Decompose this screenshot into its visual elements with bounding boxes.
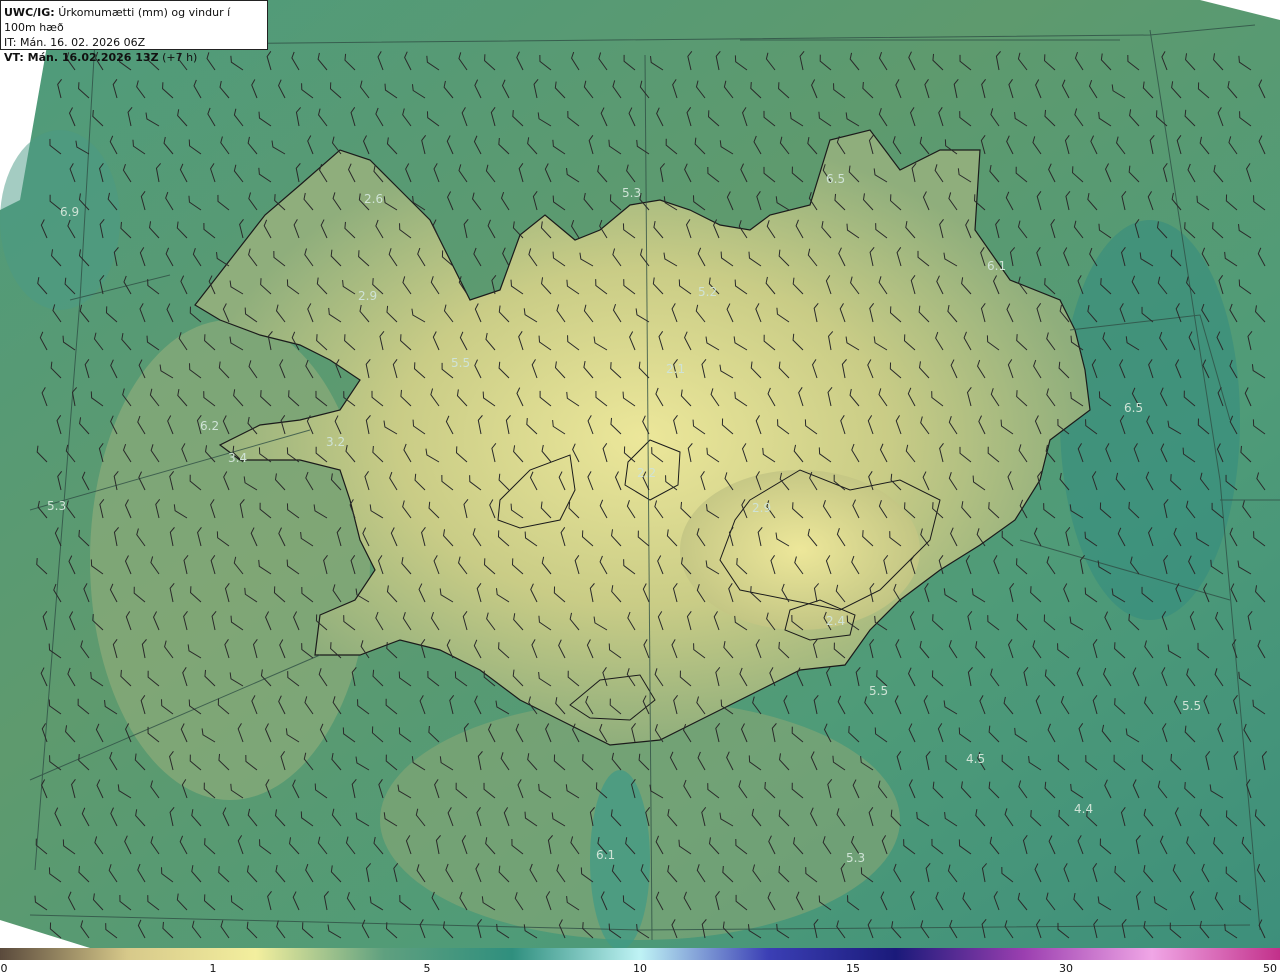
map-value: 5.3 — [622, 186, 641, 200]
map-value: 6.2 — [200, 419, 219, 433]
map-value: 2.1 — [666, 362, 685, 376]
colorbar-tick: 30 — [1059, 962, 1073, 975]
map-value: 4.4 — [1074, 802, 1093, 816]
colorbar-tick: 10 — [633, 962, 647, 975]
initial-time: IT: Mán. 16. 02. 2026 06Z — [4, 36, 146, 49]
valid-time-offset: (+7 h) — [162, 51, 198, 64]
model-label: UWC/IG: — [4, 6, 55, 19]
map-header: UWC/IG: Úrkomumætti (mm) og vindur í 100… — [0, 0, 268, 64]
map-value: 2.6 — [364, 192, 383, 206]
map-value: 6.9 — [60, 205, 79, 219]
map-value: 3.4 — [228, 451, 247, 465]
weather-map: 6.9 2.6 2.9 5.3 6.5 6.1 5.2 5.5 2.1 6.2 … — [0, 0, 1280, 948]
map-value: 2.9 — [752, 501, 771, 515]
map-value: 4.5 — [966, 752, 985, 766]
map-value: 5.5 — [869, 684, 888, 698]
map-value: 6.5 — [1124, 401, 1143, 415]
map-value: 5.5 — [1182, 699, 1201, 713]
colorbar-tick: 15 — [846, 962, 860, 975]
colorbar-tick: 1 — [209, 962, 217, 975]
map-value: 6.1 — [987, 259, 1006, 273]
map-value: 6.1 — [596, 848, 615, 862]
map-value: 3.2 — [326, 435, 345, 449]
colorbar-tick: 5 — [423, 962, 431, 975]
colorbar-tick: 50 — [1263, 962, 1277, 975]
map-value: 2.2 — [637, 466, 656, 480]
map-value: 5.5 — [451, 356, 470, 370]
map-value: 2.9 — [358, 289, 377, 303]
valid-time: VT: Mán. 16.02.2026 13Z — [4, 51, 159, 64]
map-value: 5.2 — [698, 285, 717, 299]
map-value: 6.5 — [826, 172, 845, 186]
map-value: 5.3 — [47, 499, 66, 513]
map-value: 2.4 — [826, 614, 845, 628]
map-value: 5.3 — [846, 851, 865, 865]
precipitation-colorbar — [0, 948, 1280, 960]
colorbar-tick: 0 — [0, 962, 8, 975]
